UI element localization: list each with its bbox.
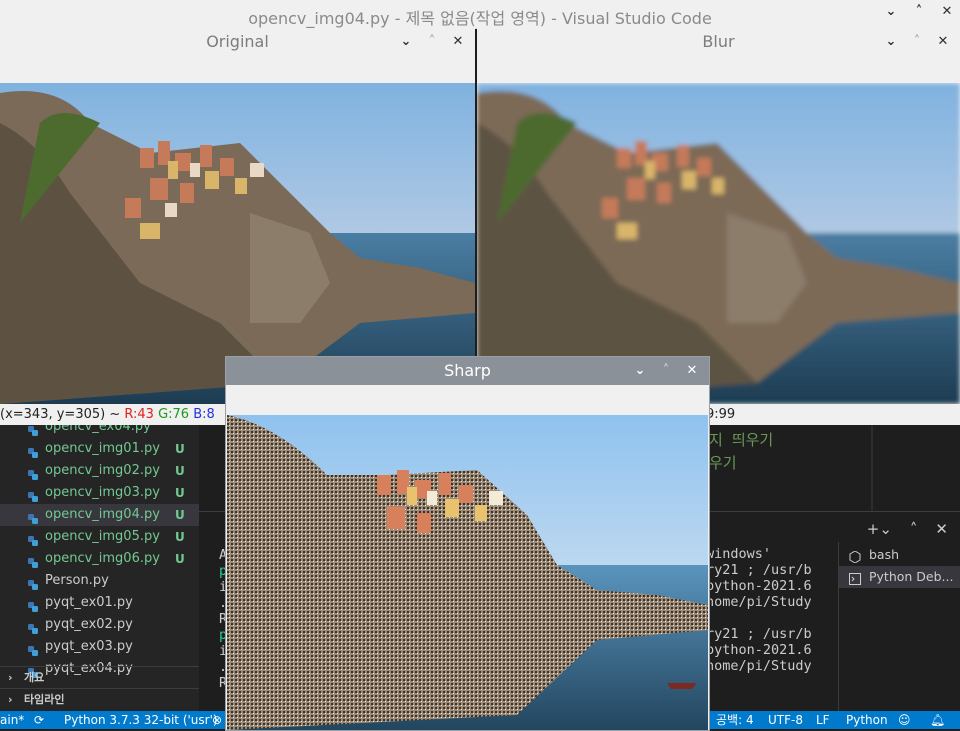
python-file-icon: [28, 466, 38, 480]
maximize-icon[interactable]: ˄: [425, 35, 439, 49]
terminal-line: windows': [706, 546, 772, 562]
editor-minimap[interactable]: [871, 425, 873, 511]
close-icon[interactable]: ✕: [451, 35, 465, 49]
file-name: opencv_img04.py: [45, 507, 160, 522]
problems-icon[interactable]: ⊗: [212, 711, 222, 729]
file-item[interactable]: opencv_ex04.py: [0, 425, 199, 438]
file-item[interactable]: pyqt_ex01.py: [0, 592, 199, 614]
terminal-line: home/pi/Study: [706, 658, 812, 674]
terminal-instance[interactable]: Python Deb...: [839, 566, 960, 588]
chevron-down-icon[interactable]: ⌄: [884, 5, 898, 19]
chevron-down-icon[interactable]: ⌄: [399, 35, 413, 49]
timeline-label: 타임라인: [24, 693, 65, 706]
file-name: opencv_img06.py: [45, 551, 160, 566]
language-mode[interactable]: Python: [846, 711, 888, 729]
indent-spaces[interactable]: 공백: 4: [716, 711, 754, 729]
pixel-coords: (x=343, y=305) ~: [0, 407, 125, 422]
code-comment-line: 우기: [709, 454, 737, 472]
timeline-section[interactable]: › 타임라인: [0, 688, 199, 711]
file-name: Person.py: [45, 573, 109, 588]
file-item[interactable]: opencv_img05.py U: [0, 526, 199, 548]
terminal-line: ry21 ; /usr/b: [706, 562, 812, 578]
file-name: opencv_img02.py: [45, 463, 160, 478]
file-name: pyqt_ex03.py: [45, 639, 133, 654]
pixel-green: G:76: [158, 407, 190, 422]
python-file-icon: [28, 425, 38, 436]
chevron-right-icon: ›: [8, 693, 13, 706]
file-name: pyqt_ex01.py: [45, 595, 133, 610]
blur-window: Blur ⌄ ˄ ✕: [477, 28, 960, 404]
file-item[interactable]: opencv_img03.py U: [0, 482, 199, 504]
python-file-icon: [28, 532, 38, 546]
terminal-line: home/pi/Study: [706, 594, 812, 610]
file-item[interactable]: Person.py: [0, 570, 199, 592]
file-item[interactable]: opencv_img01.py U: [0, 438, 199, 460]
vscode-window-title: opencv_img04.py - 제목 없음(작업 영역) - Visual …: [248, 9, 712, 28]
sync-icon[interactable]: ⟳: [34, 711, 44, 729]
git-status-badge: U: [175, 530, 185, 544]
close-icon[interactable]: ✕: [685, 364, 699, 378]
explorer-sidebar: opencv_ex04.py opencv_img01.py Uopencv_img…: [0, 425, 199, 711]
git-status-badge: U: [175, 464, 185, 478]
chevron-right-icon: ›: [8, 671, 13, 684]
git-status-badge: U: [175, 508, 185, 522]
file-item[interactable]: opencv_img04.py U: [0, 504, 199, 526]
file-name: opencv_img01.py: [45, 441, 160, 456]
chevron-down-icon[interactable]: ⌄: [884, 35, 898, 49]
pixel-blue: B:8: [193, 407, 215, 422]
close-icon[interactable]: ✕: [940, 5, 954, 19]
file-name: opencv_img03.py: [45, 485, 160, 500]
terminal-line: ry21 ; /usr/b: [706, 626, 812, 642]
add-terminal-icon[interactable]: +⌄: [867, 520, 892, 538]
close-panel-icon[interactable]: ✕: [935, 520, 948, 538]
file-item[interactable]: opencv_img06.py U: [0, 548, 199, 570]
pixel-red: R:43: [124, 407, 154, 422]
file-item[interactable]: opencv_img02.py U: [0, 460, 199, 482]
terminal-instance-list: bash Python Deb...: [838, 542, 960, 712]
terminal-icon: [849, 570, 861, 585]
sharp-window: Sharp ⌄ ˄ ✕: [225, 356, 710, 731]
terminal-line: python-2021.6: [706, 578, 812, 594]
python-file-icon: [28, 576, 38, 590]
chevron-down-icon[interactable]: ⌄: [633, 364, 647, 378]
pixel-readout-tail: 9:99: [706, 407, 736, 422]
file-name: opencv_img05.py: [45, 529, 160, 544]
terminal-instance-label: Python Deb...: [869, 569, 954, 584]
outline-label: 개요: [24, 671, 45, 684]
python-file-icon: [28, 444, 38, 458]
python-file-icon: [28, 642, 38, 656]
git-status-badge: U: [175, 552, 185, 566]
vscode-titlebar: opencv_img04.py - 제목 없음(작업 영역) - Visual …: [0, 0, 960, 29]
git-status-badge: U: [175, 442, 185, 456]
bash-icon: [849, 548, 861, 564]
original-window: Original ⌄ ˄ ✕: [0, 28, 475, 404]
file-name: opencv_ex04.py: [45, 425, 151, 434]
git-branch[interactable]: ain*: [0, 711, 24, 729]
close-icon[interactable]: ✕: [936, 35, 950, 49]
feedback-icon[interactable]: ☺: [898, 711, 911, 729]
python-file-icon: [28, 554, 38, 568]
python-file-icon: [28, 510, 38, 524]
terminal-instance-label: bash: [869, 547, 900, 562]
file-item[interactable]: pyqt_ex02.py: [0, 614, 199, 636]
notifications-icon[interactable]: 🔔︎: [930, 711, 945, 729]
terminal-instance[interactable]: bash: [839, 544, 960, 566]
code-comment-line: 지 띄우기: [709, 431, 774, 449]
python-file-icon: [28, 488, 38, 502]
maximize-icon[interactable]: ˄: [912, 5, 926, 19]
maximize-panel-icon[interactable]: ˄: [910, 520, 918, 538]
maximize-icon[interactable]: ˄: [910, 35, 924, 49]
terminal-line: python-2021.6: [706, 642, 812, 658]
python-interpreter[interactable]: Python 3.7.3 32-bit ('usr'): [64, 711, 218, 729]
python-file-icon: [28, 598, 38, 612]
file-name: pyqt_ex02.py: [45, 617, 133, 632]
file-item[interactable]: pyqt_ex03.py: [0, 636, 199, 658]
git-status-badge: U: [175, 486, 185, 500]
outline-section[interactable]: › 개요: [0, 666, 199, 689]
sharpened-landscape-image: [227, 415, 708, 730]
end-of-line[interactable]: LF: [816, 711, 830, 729]
maximize-icon[interactable]: ˄: [659, 364, 673, 378]
encoding[interactable]: UTF-8: [768, 711, 803, 729]
python-file-icon: [28, 620, 38, 634]
